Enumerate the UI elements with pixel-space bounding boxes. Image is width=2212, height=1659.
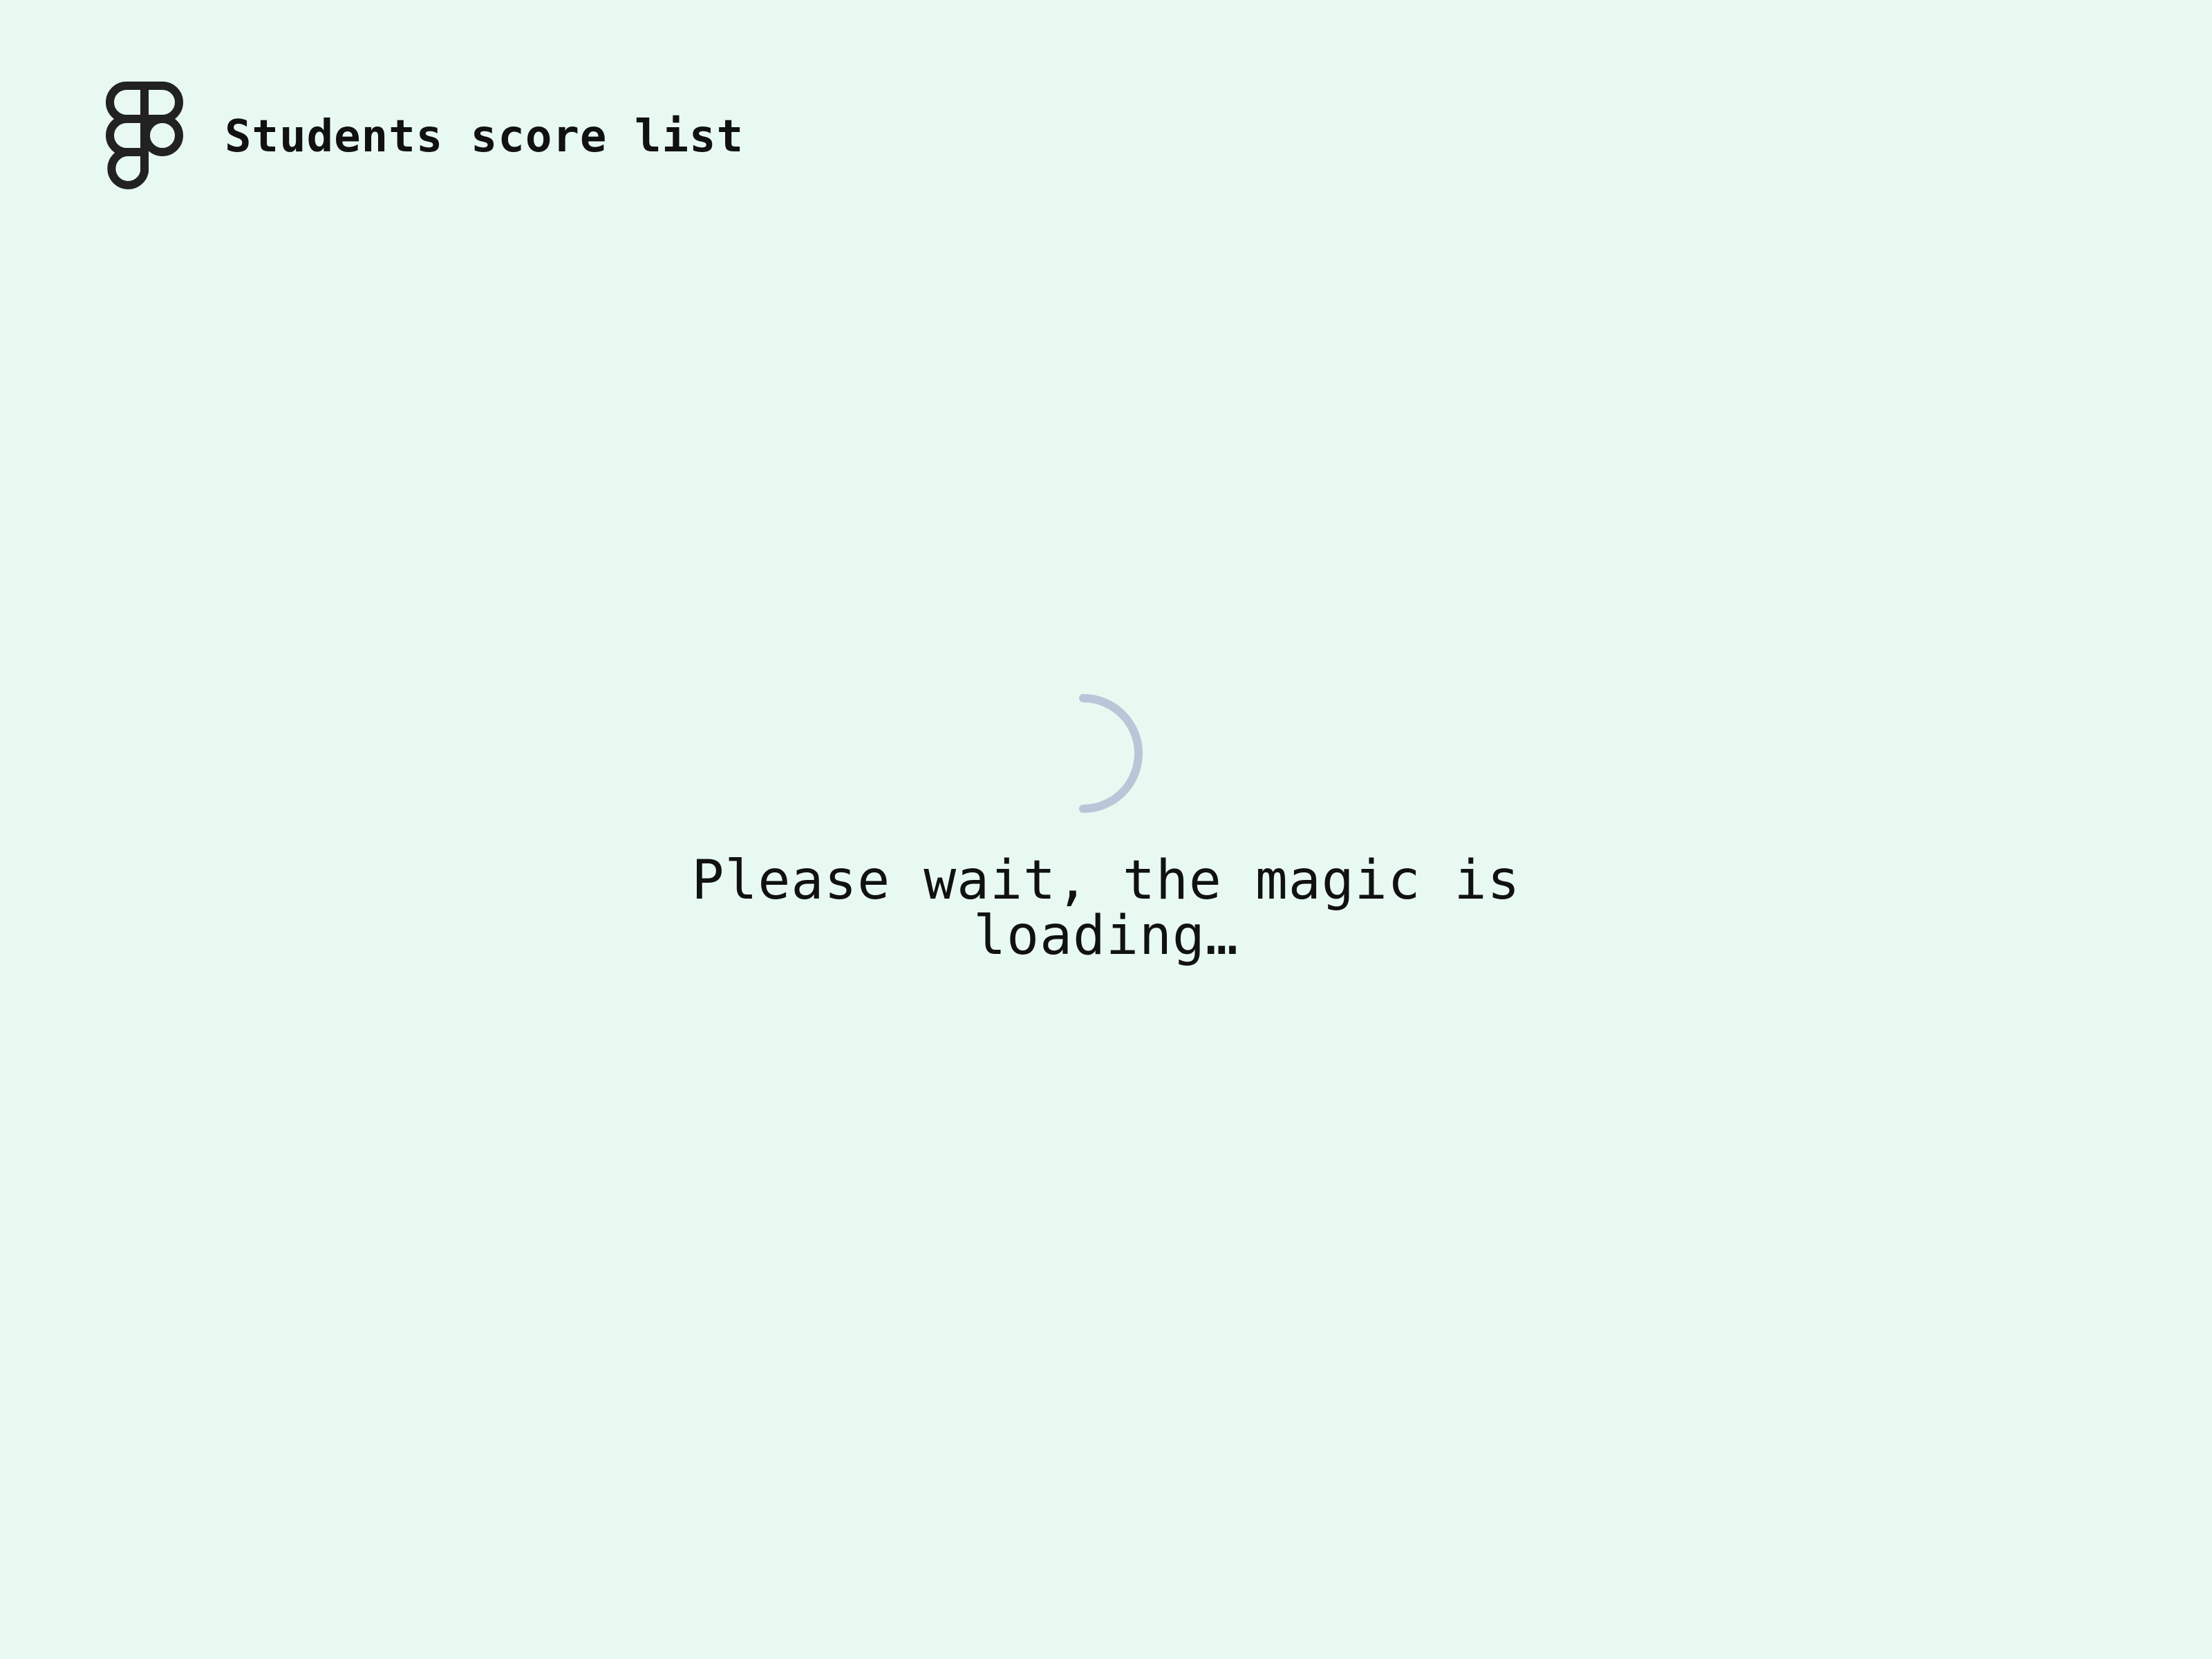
loading-message: Please wait, the magic is loading… bbox=[691, 850, 1521, 967]
page-title: Students score list bbox=[225, 111, 744, 162]
loading-spinner-icon bbox=[1079, 694, 1143, 813]
loading-state: Please wait, the magic is loading… bbox=[0, 691, 2212, 964]
figma-logo-icon[interactable] bbox=[106, 82, 183, 192]
app-header: Students score list bbox=[106, 82, 744, 192]
